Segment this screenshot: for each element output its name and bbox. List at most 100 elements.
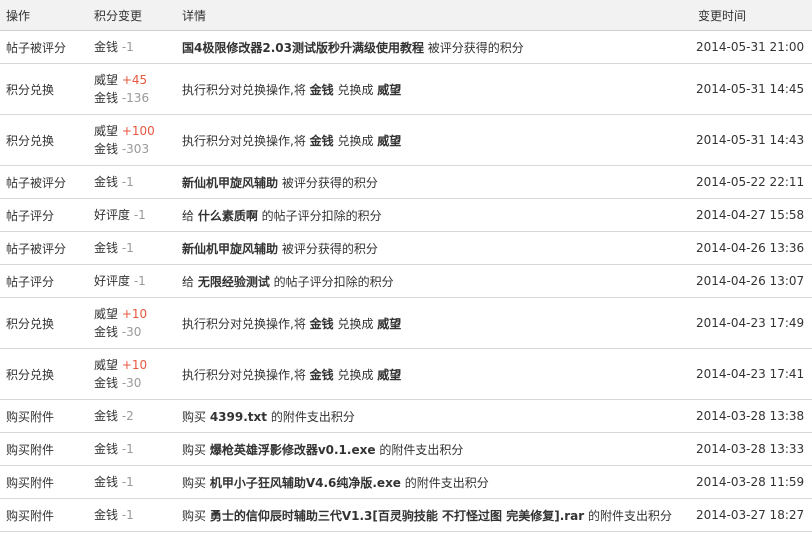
change-line: 金钱 -1 — [94, 239, 176, 257]
time-cell: 2014-04-27 15:58 — [692, 198, 812, 232]
change-cell: 威望 +45 金钱 -136 — [88, 63, 176, 115]
detail-text: 给 — [182, 274, 198, 289]
detail-item-name: 国4极限修改器2.03测试版秒升满级使用教程 — [182, 40, 424, 55]
credit-amount: +10 — [121, 307, 148, 321]
table-row: 积分兑换 威望 +10 金钱 -30 执行积分对兑换操作,将 金钱 兑换成 威望 201… — [0, 348, 812, 400]
table-row: 帖子评分 好评度 -1 给 什么素质啊 的帖子评分扣除的积分 2014-04-27 1… — [0, 198, 812, 232]
table-row: 积分兑换 威望 +100 金钱 -303 执行积分对兑换操作,将 金钱 兑换成 威望 2… — [0, 114, 812, 166]
table-row: 购买附件 金钱 -2 购买 4399.txt 的附件支出积分 2014-03-28 1… — [0, 399, 812, 433]
table-row: 帖子被评分 金钱 -1 国4极限修改器2.03测试版秒升满级使用教程 被评分获得的积… — [0, 30, 812, 64]
change-cell: 金钱 -1 — [88, 498, 176, 532]
credit-amount: -1 — [121, 508, 134, 522]
detail-text: 兑换成 — [333, 367, 378, 382]
detail-cell: 给 什么素质啊 的帖子评分扣除的积分 — [176, 198, 692, 232]
detail-text: 兑换成 — [333, 316, 378, 331]
change-cell: 金钱 -2 — [88, 399, 176, 433]
change-line: 金钱 -30 — [94, 323, 176, 341]
time-cell: 2014-04-23 17:41 — [692, 348, 812, 400]
detail-item-name: 金钱 — [309, 367, 334, 382]
col-header-change: 积分变更 — [88, 0, 176, 31]
credit-type-label: 金钱 — [94, 175, 119, 189]
detail-text: 兑换成 — [333, 133, 378, 148]
detail-cell: 购买 4399.txt 的附件支出积分 — [176, 399, 692, 433]
detail-item-name: 爆枪英雄浮影修改器v0.1.exe — [209, 442, 376, 457]
col-header-time: 变更时间 — [692, 0, 812, 31]
credit-amount: -30 — [121, 376, 142, 390]
change-cell: 金钱 -1 — [88, 465, 176, 499]
action-cell: 购买附件 — [0, 399, 88, 433]
detail-cell: 国4极限修改器2.03测试版秒升满级使用教程 被评分获得的积分 — [176, 30, 692, 64]
credit-amount: +45 — [121, 73, 148, 87]
detail-text: 的帖子评分扣除的积分 — [269, 274, 394, 289]
change-cell: 威望 +10 金钱 -30 — [88, 348, 176, 400]
change-line: 金钱 -1 — [94, 506, 176, 524]
change-cell: 金钱 -1 — [88, 432, 176, 466]
action-cell: 积分兑换 — [0, 297, 88, 349]
table-row: 积分兑换 威望 +10 金钱 -30 执行积分对兑换操作,将 金钱 兑换成 威望 201… — [0, 297, 812, 349]
detail-item-name: 威望 — [377, 82, 402, 97]
detail-item-name: 金钱 — [309, 82, 334, 97]
time-cell: 2014-05-22 22:11 — [692, 165, 812, 199]
credit-type-label: 金钱 — [94, 40, 119, 54]
table-row: 购买附件 金钱 -1 购买 爆枪英雄浮影修改器v0.1.exe 的附件支出积分 201… — [0, 432, 812, 466]
detail-item-name: 机甲小子狂风辅助V4.6纯净版.exe — [209, 475, 401, 490]
credit-type-label: 威望 — [94, 358, 119, 372]
credit-amount: -303 — [121, 142, 150, 156]
table-row: 积分兑换 威望 +45 金钱 -136 执行积分对兑换操作,将 金钱 兑换成 威望 20… — [0, 63, 812, 115]
change-line: 金钱 -2 — [94, 407, 176, 425]
change-line: 威望 +10 — [94, 305, 176, 323]
credit-amount: -1 — [133, 274, 146, 288]
detail-text: 购买 — [182, 409, 210, 424]
time-cell: 2014-05-31 14:43 — [692, 114, 812, 166]
detail-text: 执行积分对兑换操作,将 — [182, 82, 310, 97]
action-cell: 购买附件 — [0, 465, 88, 499]
credit-amount: -1 — [121, 175, 134, 189]
detail-cell: 购买 机甲小子狂风辅助V4.6纯净版.exe 的附件支出积分 — [176, 465, 692, 499]
table-row: 帖子被评分 金钱 -1 新仙机甲旋风辅助 被评分获得的积分 2014-04-26 13… — [0, 231, 812, 265]
credit-amount: -2 — [121, 409, 134, 423]
time-cell: 2014-05-31 21:00 — [692, 30, 812, 64]
time-cell: 2014-05-31 14:45 — [692, 63, 812, 115]
change-line: 金钱 -136 — [94, 89, 176, 107]
credit-type-label: 威望 — [94, 307, 119, 321]
credit-type-label: 金钱 — [94, 409, 119, 423]
action-cell: 购买附件 — [0, 498, 88, 532]
detail-text: 被评分获得的积分 — [423, 40, 524, 55]
time-cell: 2014-03-27 18:27 — [692, 498, 812, 532]
credit-type-label: 金钱 — [94, 508, 119, 522]
credit-type-label: 金钱 — [94, 325, 119, 339]
detail-text: 执行积分对兑换操作,将 — [182, 133, 310, 148]
detail-item-name: 4399.txt — [209, 409, 267, 424]
credit-type-label: 金钱 — [94, 91, 119, 105]
change-cell: 好评度 -1 — [88, 198, 176, 232]
change-line: 金钱 -1 — [94, 173, 176, 191]
action-cell: 积分兑换 — [0, 63, 88, 115]
action-cell: 帖子评分 — [0, 264, 88, 298]
detail-item-name: 新仙机甲旋风辅助 — [182, 241, 279, 256]
credit-type-label: 金钱 — [94, 442, 119, 456]
detail-cell: 执行积分对兑换操作,将 金钱 兑换成 威望 — [176, 63, 692, 115]
change-line: 金钱 -1 — [94, 473, 176, 491]
credit-type-label: 威望 — [94, 73, 119, 87]
credit-amount: -1 — [121, 475, 134, 489]
detail-cell: 购买 爆枪英雄浮影修改器v0.1.exe 的附件支出积分 — [176, 432, 692, 466]
table-row: 帖子评分 好评度 -1 给 无限经验测试 的帖子评分扣除的积分 2014-04-26 … — [0, 264, 812, 298]
credit-amount: -1 — [121, 40, 134, 54]
detail-cell: 新仙机甲旋风辅助 被评分获得的积分 — [176, 165, 692, 199]
credit-amount: -1 — [121, 442, 134, 456]
credit-type-label: 好评度 — [94, 208, 131, 222]
time-cell: 2014-04-26 13:07 — [692, 264, 812, 298]
detail-text: 的附件支出积分 — [375, 442, 464, 457]
table-row: 购买附件 金钱 -1 购买 机甲小子狂风辅助V4.6纯净版.exe 的附件支出积分 2… — [0, 465, 812, 499]
change-line: 好评度 -1 — [94, 272, 176, 290]
change-line: 金钱 -303 — [94, 140, 176, 158]
credit-type-label: 好评度 — [94, 274, 131, 288]
detail-item-name: 勇士的信仰辰时辅助三代V1.3[百灵驹技能 不打怪过图 完美修复].rar — [209, 508, 585, 523]
col-header-detail: 详情 — [176, 0, 692, 31]
detail-cell: 新仙机甲旋风辅助 被评分获得的积分 — [176, 231, 692, 265]
table-row: 购买附件 金钱 -1 购买 勇士的信仰辰时辅助三代V1.3[百灵驹技能 不打怪过图 … — [0, 498, 812, 532]
credit-amount: -1 — [121, 241, 134, 255]
detail-item-name: 金钱 — [309, 133, 334, 148]
detail-cell: 购买 勇士的信仰辰时辅助三代V1.3[百灵驹技能 不打怪过图 完美修复].rar… — [176, 498, 692, 532]
detail-text: 的附件支出积分 — [267, 409, 355, 424]
